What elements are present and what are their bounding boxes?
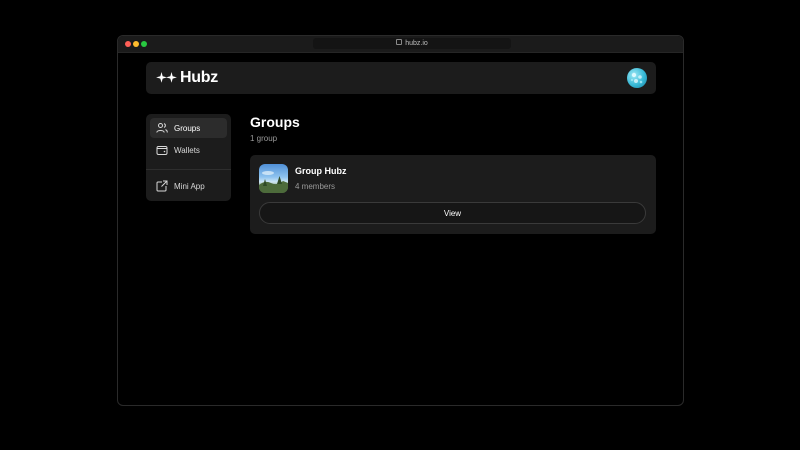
view-group-button[interactable]: View	[259, 202, 646, 224]
sparkle-icon	[156, 72, 178, 84]
sidebar-item-label: Mini App	[174, 181, 205, 191]
sidebar-item-mini-app[interactable]: Mini App	[150, 176, 227, 196]
group-avatar	[259, 164, 288, 193]
address-bar[interactable]: hubz.io	[313, 38, 511, 49]
wallet-icon	[156, 144, 168, 156]
maximize-window-button[interactable]	[141, 41, 147, 47]
group-count: 1 group	[250, 134, 278, 143]
browser-window: hubz.io Hubz Groups Wallets Mini App Gro…	[117, 35, 684, 406]
sidebar-item-groups[interactable]: Groups	[150, 118, 227, 138]
close-window-button[interactable]	[125, 41, 131, 47]
group-card: Group Hubz 4 members View	[250, 155, 656, 234]
sidebar-item-label: Wallets	[174, 145, 200, 155]
lock-icon	[396, 39, 403, 46]
sidebar-divider	[146, 169, 231, 170]
minimize-window-button[interactable]	[133, 41, 139, 47]
address-url: hubz.io	[405, 40, 428, 47]
sidebar-item-wallets[interactable]: Wallets	[150, 140, 227, 160]
users-icon	[156, 122, 168, 134]
app-header: Hubz	[146, 62, 656, 94]
browser-titlebar: hubz.io	[118, 36, 683, 53]
page-title: Groups	[250, 114, 300, 130]
external-link-icon	[156, 180, 168, 192]
sidebar: Groups Wallets Mini App	[146, 114, 231, 201]
avatar[interactable]	[627, 68, 647, 88]
group-name: Group Hubz	[295, 166, 347, 176]
user-avatar-icon	[630, 72, 643, 84]
logo[interactable]: Hubz	[156, 68, 218, 88]
logo-text: Hubz	[180, 69, 218, 86]
group-members: 4 members	[295, 182, 336, 191]
sidebar-item-label: Groups	[174, 123, 201, 133]
